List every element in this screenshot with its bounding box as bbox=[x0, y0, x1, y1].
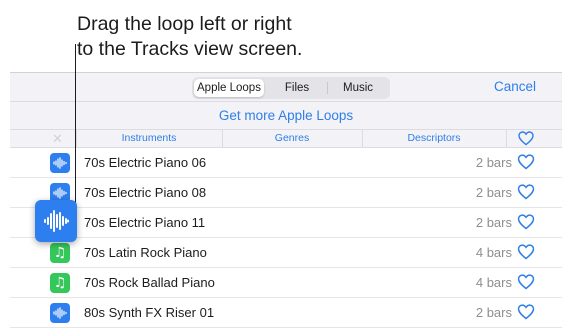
source-segmented-control: Apple Loops Files Music bbox=[192, 77, 390, 99]
favorite-heart-icon[interactable] bbox=[517, 154, 535, 175]
loop-browser: Apple Loops Files Music Cancel Get more … bbox=[10, 72, 562, 328]
dragged-loop-waveform-icon[interactable] bbox=[35, 200, 77, 242]
favorite-heart-icon[interactable] bbox=[517, 304, 535, 325]
loop-row[interactable]: 70s Electric Piano 08 2 bars bbox=[10, 178, 562, 208]
loop-name: 70s Electric Piano 06 bbox=[84, 155, 207, 170]
loop-name: 70s Latin Rock Piano bbox=[84, 245, 207, 260]
music-note-icon: ♫ bbox=[50, 243, 70, 263]
tab-music[interactable]: Music bbox=[328, 77, 388, 99]
cancel-button[interactable]: Cancel bbox=[494, 79, 536, 94]
loop-length: 4 bars bbox=[475, 275, 512, 290]
loop-row[interactable]: 70s Electric Piano 11 2 bars bbox=[10, 208, 562, 238]
filter-bar: ✕ Instruments Genres Descriptors bbox=[10, 129, 562, 148]
browser-toolbar: Apple Loops Files Music Cancel bbox=[10, 73, 562, 101]
favorite-heart-icon[interactable] bbox=[517, 244, 535, 265]
filter-instruments[interactable]: Instruments bbox=[76, 132, 222, 144]
tab-apple-loops[interactable]: Apple Loops bbox=[194, 79, 264, 97]
filter-descriptors[interactable]: Descriptors bbox=[362, 132, 506, 144]
favorite-heart-icon[interactable] bbox=[517, 184, 535, 205]
clear-filters-icon[interactable]: ✕ bbox=[52, 131, 63, 147]
favorite-heart-icon[interactable] bbox=[517, 274, 535, 295]
loop-row[interactable]: ♫ 70s Rock Ballad Piano 4 bars bbox=[10, 268, 562, 298]
drag-instruction-callout: Drag the loop left or right to the Track… bbox=[77, 12, 302, 62]
favorite-heart-icon[interactable] bbox=[517, 214, 535, 235]
callout-line-2: to the Tracks view screen. bbox=[77, 38, 303, 60]
waveform-icon bbox=[50, 153, 70, 173]
loop-name: 70s Electric Piano 08 bbox=[84, 185, 207, 200]
get-more-apple-loops-link[interactable]: Get more Apple Loops bbox=[10, 101, 562, 129]
loop-name: 80s Synth FX Riser 01 bbox=[84, 305, 215, 320]
loop-row[interactable]: ♫ 70s Latin Rock Piano 4 bars bbox=[10, 238, 562, 268]
loop-length: 2 bars bbox=[475, 185, 512, 200]
loop-length: 4 bars bbox=[475, 245, 512, 260]
loop-length: 2 bars bbox=[475, 155, 512, 170]
loop-name: 70s Electric Piano 11 bbox=[84, 215, 206, 230]
loop-name: 70s Rock Ballad Piano bbox=[84, 275, 215, 290]
filter-genres[interactable]: Genres bbox=[222, 132, 362, 144]
callout-leader-line bbox=[75, 44, 76, 210]
tab-files[interactable]: Files bbox=[268, 77, 326, 99]
loop-length: 2 bars bbox=[475, 305, 512, 320]
loop-row[interactable]: 80s Synth FX Riser 01 2 bars bbox=[10, 298, 562, 328]
callout-line-1: Drag the loop left or right bbox=[77, 13, 292, 35]
waveform-icon bbox=[50, 303, 70, 323]
filter-divider bbox=[506, 130, 507, 148]
loop-row[interactable]: 70s Electric Piano 06 2 bars bbox=[10, 148, 562, 178]
loop-length: 2 bars bbox=[475, 215, 512, 230]
music-note-icon: ♫ bbox=[50, 273, 70, 293]
